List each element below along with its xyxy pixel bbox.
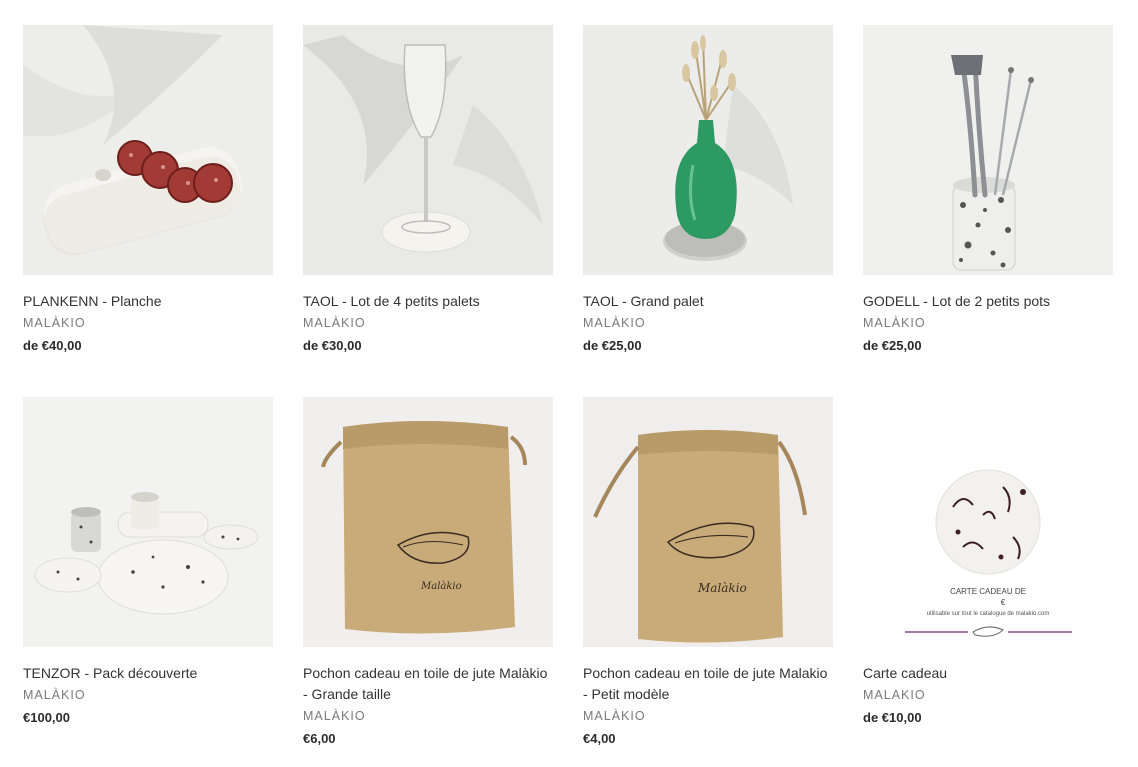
gift-card-subtext: utilisable sur tout le catalogue de mala… [927,611,1050,617]
product-card[interactable]: CARTE CADEAU DE € utilisable sur tout le… [863,397,1113,749]
bag-signature-text: Malàkio [697,581,747,595]
product-vendor: MALÀKIO [303,709,366,723]
product-title[interactable]: TENZOR - Pack découverte [23,663,273,684]
bag-signature-text: Malàkio [420,581,462,592]
product-vendor: MALÀKIO [583,709,646,723]
product-price: de €25,00 [863,338,922,353]
product-card[interactable]: Malàkio Pochon cadeau en toile de jute M… [303,397,553,749]
product-card[interactable]: TAOL - Lot de 4 petits palets MALÀKIO de… [303,25,553,397]
product-price: €100,00 [23,710,70,725]
product-vendor: MALÀKIO [23,688,86,702]
product-price: de €25,00 [583,338,642,353]
product-vendor: MALÀKIO [23,316,86,330]
gift-card-currency: € [1001,598,1006,607]
product-title[interactable]: Pochon cadeau en toile de jute Malakio -… [583,663,833,705]
product-title[interactable]: TAOL - Grand palet [583,291,833,312]
cheese-board-image[interactable] [23,25,273,275]
product-title[interactable]: GODELL - Lot de 2 petits pots [863,291,1113,312]
vase-on-coaster-image[interactable] [583,25,833,275]
product-vendor: MALÀKIO [583,316,646,330]
product-title[interactable]: TAOL - Lot de 4 petits palets [303,291,553,312]
discovery-pack-image[interactable] [23,397,273,647]
gift-card-heading: CARTE CADEAU DE [950,587,1026,596]
utensil-pot-image[interactable] [863,25,1113,275]
product-card[interactable]: TAOL - Grand palet MALÀKIO de €25,00 [583,25,833,397]
product-title[interactable]: PLANKENN - Planche [23,291,273,312]
product-price: de €10,00 [863,710,922,725]
product-card[interactable]: PLANKENN - Planche MALÀKIO de €40,00 [23,25,273,397]
product-price: de €40,00 [23,338,82,353]
gift-card-image[interactable]: CARTE CADEAU DE € utilisable sur tout le… [863,397,1113,647]
product-title[interactable]: Carte cadeau [863,663,1113,684]
product-price: €6,00 [303,731,336,746]
product-vendor: MALÀKIO [863,316,926,330]
product-grid: PLANKENN - Planche MALÀKIO de €40,00 TAO… [23,25,1113,749]
product-card[interactable]: GODELL - Lot de 2 petits pots MALÀKIO de… [863,25,1113,397]
jute-bag-large-image[interactable]: Malàkio [303,397,553,647]
product-title[interactable]: Pochon cadeau en toile de jute Malàkio -… [303,663,553,705]
jute-bag-small-image[interactable]: Malàkio [583,397,833,647]
product-card[interactable]: TENZOR - Pack découverte MALÀKIO €100,00 [23,397,273,749]
product-price: €4,00 [583,731,616,746]
product-vendor: MALAKIO [863,688,926,702]
product-price: de €30,00 [303,338,362,353]
product-vendor: MALÀKIO [303,316,366,330]
wine-glass-coaster-image[interactable] [303,25,553,275]
product-card[interactable]: Malàkio Pochon cadeau en toile de jute M… [583,397,833,749]
